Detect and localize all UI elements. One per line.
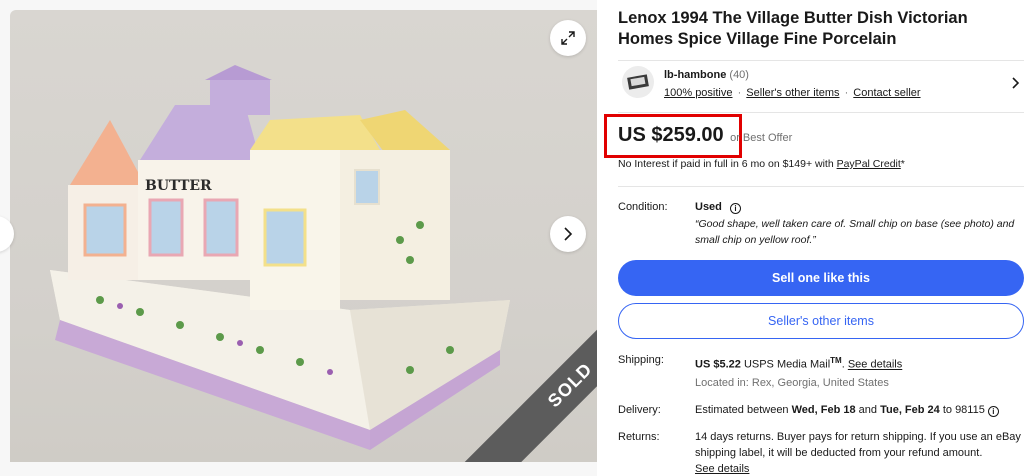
delivery-value: Estimated between Wed, Feb 18 and Tue, F… [695, 402, 999, 418]
expand-arrows-icon [561, 31, 575, 45]
paypal-credit-link[interactable]: PayPal Credit [837, 158, 901, 170]
delivery-zip: to 98115 [939, 404, 988, 416]
seller-username[interactable]: lb-hambone [664, 69, 726, 81]
photo-butter-text: BUTTER [145, 178, 212, 194]
condition-label: Condition: [618, 201, 668, 213]
seller-chevron-icon[interactable] [1012, 76, 1020, 94]
next-image-button[interactable] [550, 216, 586, 252]
sellers-other-items-button[interactable]: Seller's other items [618, 303, 1024, 339]
seller-other-items-link[interactable]: Seller's other items [746, 87, 839, 99]
positive-feedback-link[interactable]: 100% positive [664, 87, 733, 99]
price-row: US $259.00 or Best Offer [618, 124, 1024, 147]
shipping-label: Shipping: [618, 354, 664, 366]
info-icon[interactable]: i [729, 203, 741, 214]
seller-avatar-image [627, 74, 649, 90]
shipping-cost: US $5.22 [695, 358, 741, 371]
delivery-label: Delivery: [618, 404, 661, 416]
credit-text: No Interest if paid in full in 6 mo on $… [618, 158, 837, 170]
returns-label: Returns: [618, 431, 660, 443]
delivery-start-date: Wed, Feb 18 [791, 404, 856, 416]
seller-avatar[interactable] [622, 66, 654, 98]
condition-description: “Good shape, well taken care of. Small c… [695, 218, 1015, 246]
contact-seller-link[interactable]: Contact seller [853, 87, 920, 99]
chevron-right-icon [564, 227, 573, 241]
condition-value: Used i [695, 199, 741, 215]
paypal-credit-info: No Interest if paid in full in 6 mo on $… [618, 158, 905, 170]
best-offer-label: or Best Offer [730, 132, 793, 144]
delivery-end-date: Tue, Feb 24 [880, 404, 940, 416]
shipping-value: US $5.22 USPS Media MailTM. See details [695, 353, 902, 373]
shipping-details-link[interactable]: See details [848, 359, 902, 371]
shipping-service: USPS Media Mail [743, 358, 831, 371]
listing-title: Lenox 1994 The Village Butter Dish Victo… [618, 9, 968, 48]
info-icon[interactable]: i [987, 406, 999, 417]
item-location: Located in: Rex, Georgia, United States [695, 377, 889, 389]
seller-name[interactable]: lb-hambone (40) [664, 69, 749, 81]
seller-feedback-count: (40) [729, 69, 749, 81]
product-photo[interactable]: BUTTER SOLD [10, 10, 597, 462]
delivery-prefix: Estimated between [695, 404, 792, 416]
item-details-panel: Lenox 1994 The Village Butter Dish Victo… [618, 0, 1024, 476]
image-gallery: BUTTER SOLD [0, 0, 597, 476]
credit-suffix: * [900, 158, 905, 170]
trademark-mark: TM [830, 356, 842, 365]
seller-card[interactable]: lb-hambone (40) 100% positive · Seller's… [618, 62, 1024, 108]
returns-value: 14 days returns. Buyer pays for return s… [695, 429, 1024, 476]
delivery-and: and [855, 404, 881, 416]
separator: · [844, 87, 849, 99]
separator: · [737, 87, 742, 99]
seller-links: 100% positive · Seller's other items · C… [664, 87, 921, 99]
returns-text: 14 days returns. Buyer pays for return s… [695, 431, 1021, 459]
expand-image-button[interactable] [550, 20, 586, 56]
returns-details-link[interactable]: See details [695, 463, 749, 475]
divider [618, 60, 1024, 61]
shipping-period: . [841, 358, 845, 371]
item-price: US $259.00 [618, 124, 724, 146]
condition-used: Used [695, 201, 722, 213]
divider [618, 186, 1024, 187]
sell-one-like-this-button[interactable]: Sell one like this [618, 260, 1024, 296]
divider [618, 112, 1024, 113]
butter-dish-illustration: BUTTER [50, 65, 510, 450]
